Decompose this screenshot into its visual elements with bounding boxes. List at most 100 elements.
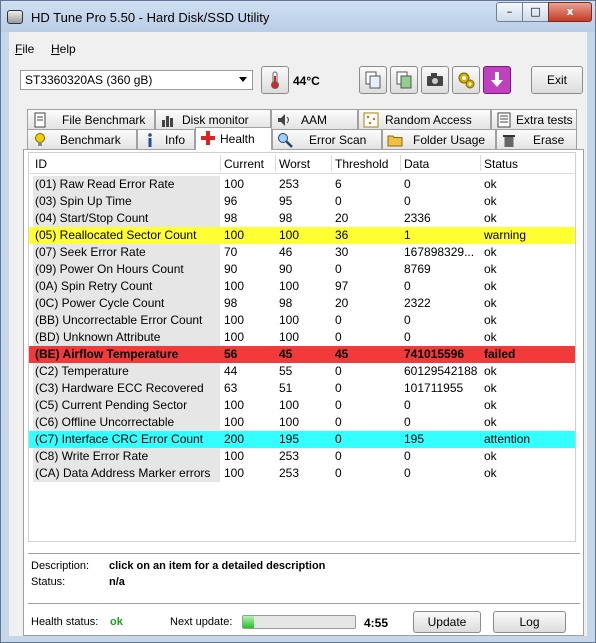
cell-status: ok bbox=[484, 194, 497, 208]
table-row[interactable]: (0A) Spin Retry Count 100 100 97 0 ok bbox=[29, 278, 575, 295]
copy-button[interactable] bbox=[359, 66, 387, 94]
exit-button[interactable]: Exit bbox=[531, 66, 583, 94]
countdown-value: 4:55 bbox=[364, 616, 389, 630]
column-header-id[interactable]: ID bbox=[35, 157, 47, 171]
cell-data: 60129542188 bbox=[404, 364, 478, 378]
temperature-button[interactable] bbox=[261, 66, 289, 94]
tab-error-scan[interactable]: Error Scan bbox=[272, 129, 382, 149]
tab-file-benchmark[interactable]: File Benchmark bbox=[27, 109, 155, 129]
table-row[interactable]: (C8) Write Error Rate 100 253 0 0 ok bbox=[29, 448, 575, 465]
table-row[interactable]: (0C) Power Cycle Count 98 98 20 2322 ok bbox=[29, 295, 575, 312]
lightbulb-icon bbox=[35, 133, 45, 146]
cell-current: 100 bbox=[224, 279, 245, 293]
health-status-value: ok bbox=[110, 616, 123, 628]
tab-info[interactable]: Info bbox=[137, 129, 195, 149]
cell-id: (BB) Uncorrectable Error Count bbox=[33, 312, 220, 329]
screenshot-button[interactable] bbox=[421, 66, 449, 94]
cell-threshold: 0 bbox=[335, 262, 342, 276]
tab-random-access[interactable]: Random Access bbox=[358, 109, 491, 129]
table-row[interactable]: (C3) Hardware ECC Recovered 63 51 0 10171195… bbox=[29, 380, 575, 397]
cell-current: 100 bbox=[224, 466, 245, 480]
tab-erase[interactable]: Erase bbox=[496, 129, 577, 149]
cell-worst: 100 bbox=[279, 398, 300, 412]
copy-icon bbox=[365, 71, 381, 89]
description-text: click on an item for a detailed descript… bbox=[109, 560, 326, 572]
cell-data: 8769 bbox=[404, 262, 431, 276]
description-label: Description: bbox=[31, 560, 90, 572]
cell-threshold: 0 bbox=[335, 381, 342, 395]
table-row[interactable]: (09) Power On Hours Count 90 90 0 8769 ok bbox=[29, 261, 575, 278]
cell-threshold: 0 bbox=[335, 313, 342, 327]
table-row[interactable]: (04) Start/Stop Count 98 98 20 2336 ok bbox=[29, 210, 575, 227]
table-row[interactable]: (01) Raw Read Error Rate 100 253 6 0 ok bbox=[29, 176, 575, 193]
tab-folder-usage[interactable]: Folder Usage bbox=[382, 129, 496, 149]
speaker-icon bbox=[278, 114, 289, 126]
column-header-worst[interactable]: Worst bbox=[279, 157, 310, 171]
folder-icon bbox=[387, 135, 403, 147]
cell-status: failed bbox=[484, 347, 516, 361]
main-client-area: File Help ST3360320AS (360 gB) 44°C Exit… bbox=[9, 32, 587, 636]
maximize-button[interactable]: □ bbox=[522, 2, 549, 22]
cell-data: 167898329... bbox=[404, 245, 475, 259]
menu-help[interactable]: Help bbox=[51, 42, 76, 56]
log-button[interactable]: Log bbox=[493, 611, 566, 633]
save-button[interactable] bbox=[483, 66, 511, 94]
cell-worst: 95 bbox=[279, 194, 293, 208]
table-row[interactable]: (03) Spin Up Time 96 95 0 0 ok bbox=[29, 193, 575, 210]
close-button[interactable]: x bbox=[548, 2, 592, 22]
drive-select[interactable]: ST3360320AS (360 gB) bbox=[20, 70, 253, 90]
tab-benchmark[interactable]: Benchmark bbox=[27, 129, 137, 149]
table-row[interactable]: (C2) Temperature 44 55 0 60129542188 ok bbox=[29, 363, 575, 380]
cell-id: (09) Power On Hours Count bbox=[33, 261, 220, 278]
minimize-button[interactable]: – bbox=[496, 2, 523, 22]
column-header-threshold[interactable]: Threshold bbox=[335, 157, 388, 171]
table-row[interactable]: (C6) Offline Uncorrectable 100 100 0 0 ok bbox=[29, 414, 575, 431]
temperature-readout: 44°C bbox=[293, 74, 320, 88]
cell-current: 70 bbox=[224, 245, 238, 259]
cell-worst: 98 bbox=[279, 296, 293, 310]
drive-select-value: ST3360320AS (360 gB) bbox=[25, 73, 153, 87]
cell-threshold: 20 bbox=[335, 296, 349, 310]
cell-id: (BE) Airflow Temperature bbox=[35, 347, 179, 361]
cell-worst: 253 bbox=[279, 466, 300, 480]
cell-worst: 253 bbox=[279, 177, 300, 191]
list-icon bbox=[497, 112, 511, 128]
tab-health[interactable]: Health bbox=[195, 127, 272, 150]
tab-extra-tests[interactable]: Extra tests bbox=[491, 109, 577, 129]
camera-icon bbox=[427, 73, 443, 86]
gear-icon bbox=[458, 72, 475, 89]
table-row[interactable]: (BE) Airflow Temperature 56 45 45 741015596 f… bbox=[29, 346, 575, 363]
cell-worst: 253 bbox=[279, 449, 300, 463]
cell-id: (04) Start/Stop Count bbox=[33, 210, 220, 227]
table-header: ID Current Worst Threshold Data Status bbox=[29, 153, 575, 174]
cell-threshold: 0 bbox=[335, 364, 342, 378]
column-header-data[interactable]: Data bbox=[404, 157, 429, 171]
table-row[interactable]: (BB) Uncorrectable Error Count 100 100 0 0 ok bbox=[29, 312, 575, 329]
table-row[interactable]: (C7) Interface CRC Error Count 200 195 0 195… bbox=[29, 431, 575, 448]
table-row[interactable]: (07) Seek Error Rate 70 46 30 167898329... ok bbox=[29, 244, 575, 261]
table-row[interactable]: (BD) Unknown Attribute 100 100 0 0 ok bbox=[29, 329, 575, 346]
table-row[interactable]: (C5) Current Pending Sector 100 100 0 0 ok bbox=[29, 397, 575, 414]
options-button[interactable] bbox=[452, 66, 480, 94]
copy-all-button[interactable] bbox=[390, 66, 418, 94]
cell-worst: 100 bbox=[279, 313, 300, 327]
file-icon bbox=[34, 112, 46, 128]
cell-id: (C2) Temperature bbox=[33, 363, 220, 380]
cell-threshold: 0 bbox=[335, 432, 342, 446]
menu-file[interactable]: File bbox=[15, 42, 34, 56]
status-label: Status: bbox=[31, 576, 66, 588]
update-button[interactable]: Update bbox=[413, 611, 481, 633]
cell-status: ok bbox=[484, 466, 497, 480]
cell-current: 100 bbox=[224, 398, 245, 412]
table-row[interactable]: (CA) Data Address Marker errors 100 253 0 0 o… bbox=[29, 465, 575, 482]
cell-data: 0 bbox=[404, 449, 411, 463]
cell-worst: 90 bbox=[279, 262, 293, 276]
cell-threshold: 0 bbox=[335, 398, 342, 412]
tab-aam[interactable]: AAM bbox=[271, 109, 358, 129]
column-header-status[interactable]: Status bbox=[484, 157, 518, 171]
column-header-current[interactable]: Current bbox=[224, 157, 264, 171]
tab-disk-monitor[interactable]: Disk monitor bbox=[155, 109, 271, 129]
cell-data: 0 bbox=[404, 398, 411, 412]
table-row[interactable]: (05) Reallocated Sector Count 100 100 36 1 wa… bbox=[29, 227, 575, 244]
title-bar[interactable]: HD Tune Pro 5.50 - Hard Disk/SSD Utility… bbox=[1, 1, 595, 32]
